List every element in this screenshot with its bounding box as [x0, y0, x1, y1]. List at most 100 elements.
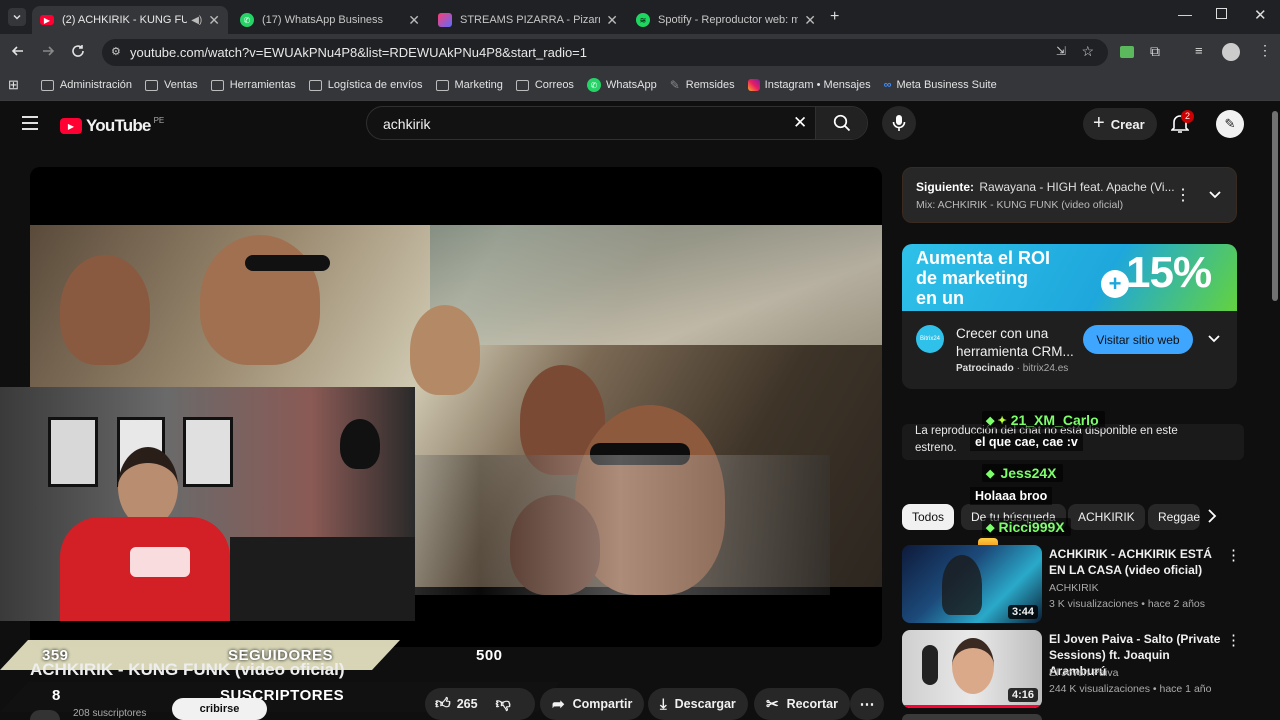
create-button[interactable]: + Crear	[1083, 108, 1157, 140]
back-button[interactable]	[10, 43, 26, 59]
close-window-button[interactable]: ✕	[1254, 6, 1267, 24]
ad-banner[interactable]: Aumenta el ROI de marketing en un + 15%	[902, 244, 1237, 311]
tab-whatsapp[interactable]: ✆ (17) WhatsApp Business ✕	[232, 6, 428, 34]
bookmark-meta[interactable]: ∞ Meta Business Suite	[884, 79, 997, 91]
like-count: 265	[456, 697, 478, 711]
folder-icon	[308, 79, 322, 91]
tab-spotify[interactable]: ≋ Spotify - Reproductor web: mú ✕	[628, 6, 824, 34]
video-menu-icon[interactable]: ⋮	[1226, 631, 1241, 649]
bookmark-star-icon[interactable]: ☆	[1081, 43, 1094, 60]
forward-button[interactable]	[40, 43, 56, 59]
reload-button[interactable]	[70, 43, 86, 59]
video-title[interactable]: ACHKIRIK - ACHKIRIK ESTÁ EN LA CASA (vid…	[1049, 546, 1224, 578]
scrollbar-thumb[interactable]	[1272, 111, 1278, 301]
up-next-title: Rawayana - HIGH feat. Apache (Vi...	[979, 180, 1175, 194]
clear-search-icon[interactable]: ✕	[793, 113, 807, 133]
folder-icon	[145, 79, 159, 91]
channel-avatar[interactable]	[30, 710, 60, 720]
pizarra-icon	[438, 13, 452, 27]
close-tab-icon[interactable]: ✕	[804, 12, 816, 29]
chip-todos[interactable]: Todos	[902, 504, 955, 530]
subscribe-button[interactable]: cribirse	[172, 698, 267, 720]
download-button[interactable]: ⤓ Descargar	[648, 688, 748, 720]
bookmark-remsides[interactable]: ✎ Remsides	[670, 78, 735, 92]
dislike-button[interactable]: 👎︎	[496, 695, 511, 713]
visit-site-label: Visitar sitio web	[1096, 332, 1180, 347]
chip-reggae[interactable]: Reggae	[1148, 504, 1200, 530]
notifications-button[interactable]: 2	[1171, 110, 1195, 134]
chevron-down-icon	[1208, 335, 1220, 343]
share-button[interactable]: ➦ Compartir	[540, 688, 645, 720]
guide-menu-button[interactable]	[22, 116, 38, 130]
minimize-button[interactable]: —	[1178, 6, 1192, 22]
bookmark-herramientas[interactable]: Herramientas	[210, 79, 296, 91]
verified-diamond-icon: ✦	[997, 414, 1007, 427]
voice-search-button[interactable]	[882, 106, 916, 140]
subs-count: 8	[52, 687, 61, 704]
bookmark-correos[interactable]: Correos	[515, 79, 574, 91]
up-next-panel[interactable]: Siguiente: Rawayana - HIGH feat. Apache …	[902, 167, 1237, 223]
clip-button[interactable]: ✂ Recortar	[754, 688, 850, 720]
browser-tab-strip: ▶ (2) ACHKIRIK - KUNG FUNK ◀) ✕ ✆ (17) W…	[0, 0, 1280, 34]
bookmark-instagram[interactable]: Instagram • Mensajes	[747, 79, 871, 91]
scissors-icon: ✂	[766, 696, 779, 713]
tab-label: (17) WhatsApp Business	[262, 14, 384, 26]
tab-pizarra[interactable]: STREAMS PIZARRA - Pizarra on ✕	[430, 6, 626, 34]
youtube-logo[interactable]: ▶ YouTube PE	[60, 116, 164, 136]
video-menu-icon[interactable]: ⋮	[1226, 546, 1241, 564]
new-tab-button[interactable]: +	[830, 8, 839, 26]
up-next-expand-button[interactable]	[1208, 190, 1222, 200]
search-box[interactable]: achkirik ✕	[366, 106, 868, 140]
visit-site-button[interactable]: Visitar sitio web	[1083, 325, 1193, 354]
sponsored-ad[interactable]: Aumenta el ROI de marketing en un + 15% …	[902, 244, 1237, 389]
subscriber-count: 208 suscriptores	[73, 708, 147, 719]
media-control-icon[interactable]: ≡	[1195, 43, 1203, 58]
video-channel[interactable]: El Joven Paiva	[1049, 667, 1118, 679]
search-input[interactable]: achkirik	[383, 116, 430, 132]
search-button[interactable]	[815, 107, 867, 139]
microphone-icon	[892, 115, 906, 131]
apps-grid-icon[interactable]: ⊞	[8, 77, 19, 93]
account-avatar[interactable]: ✎	[1216, 110, 1244, 138]
page-scrollbar[interactable]	[1270, 101, 1280, 720]
video-channel[interactable]: ACHKIRIK	[1049, 582, 1099, 594]
bookmark-marketing[interactable]: Marketing	[435, 79, 503, 91]
install-app-icon[interactable]: ⇲	[1056, 44, 1066, 58]
maximize-button[interactable]	[1216, 8, 1227, 19]
extension-green-icon[interactable]	[1120, 46, 1134, 58]
chat-message: Holaaa broo	[970, 487, 1053, 505]
more-actions-button[interactable]: ⋯	[850, 688, 884, 720]
sponsored-label: Patrocinado	[956, 363, 1014, 374]
share-label: Compartir	[572, 697, 633, 711]
address-bar[interactable]: ⚙ youtube.com/watch?v=EWUAkPNu4P8&list=R…	[102, 39, 1108, 66]
up-next-menu-icon[interactable]: ⋮	[1175, 185, 1191, 205]
chips-next-button[interactable]	[1206, 508, 1218, 524]
next-video-stub[interactable]	[902, 714, 1042, 720]
like-button[interactable]: 👍︎ 265	[425, 695, 478, 713]
video-thumbnail[interactable]: 3:44	[902, 545, 1042, 623]
video-duration: 4:16	[1007, 688, 1038, 702]
browser-menu-icon[interactable]: ⋮	[1258, 42, 1272, 59]
extensions-puzzle-icon[interactable]: ⧉	[1150, 43, 1160, 60]
bookmark-whatsapp[interactable]: ✆ WhatsApp	[586, 78, 657, 92]
kick-icon: ◆	[986, 414, 995, 427]
chip-achkirik[interactable]: ACHKIRIK	[1068, 504, 1145, 530]
advertiser-logo[interactable]: Bitrix24	[916, 325, 944, 353]
close-tab-icon[interactable]: ✕	[208, 12, 220, 29]
bookmark-ventas[interactable]: Ventas	[145, 79, 198, 91]
profile-avatar[interactable]	[1222, 43, 1240, 61]
close-tab-icon[interactable]: ✕	[606, 12, 618, 29]
hanging-cap	[340, 419, 380, 469]
bookmark-administracion[interactable]: Administración	[40, 79, 132, 91]
meta-icon: ∞	[883, 79, 892, 91]
tab-search-button[interactable]	[8, 8, 26, 26]
plus-icon: +	[1093, 111, 1105, 134]
video-thumbnail[interactable]: 4:16	[902, 630, 1042, 708]
tab-youtube[interactable]: ▶ (2) ACHKIRIK - KUNG FUNK ◀) ✕	[32, 6, 228, 34]
close-tab-icon[interactable]: ✕	[408, 12, 420, 29]
ad-expand-button[interactable]	[1207, 334, 1221, 344]
ceiling-structure	[430, 225, 882, 345]
chevron-down-icon	[1209, 191, 1221, 199]
site-info-icon[interactable]: ⚙	[111, 45, 121, 58]
bookmark-logistica[interactable]: Logística de envíos	[308, 79, 423, 91]
